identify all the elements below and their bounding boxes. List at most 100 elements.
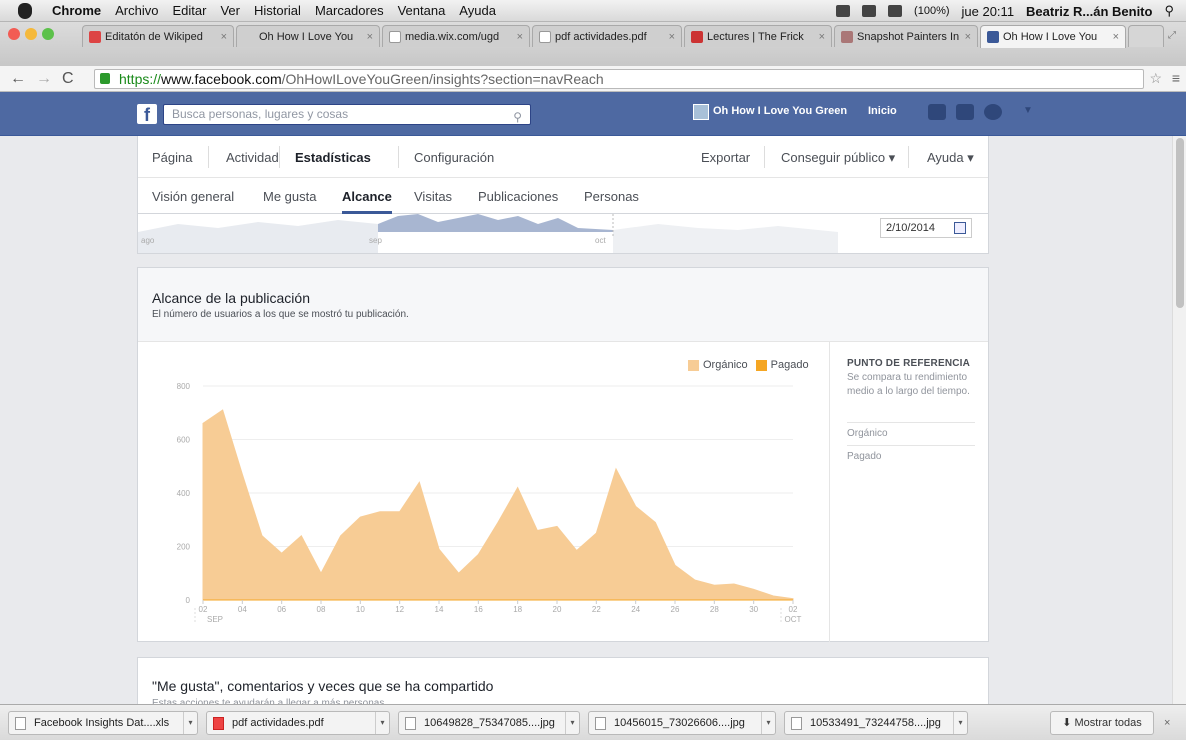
help-dropdown[interactable]: Ayuda ▾ <box>927 150 974 166</box>
clock[interactable]: jue 20:11 <box>962 4 1015 19</box>
menu-editar[interactable]: Editar <box>172 3 206 18</box>
facebook-header: f Busca personas, lugares y cosas ⚲ Oh H… <box>0 92 1186 136</box>
get-audience-dropdown[interactable]: Conseguir público ▾ <box>781 150 895 166</box>
new-tab-button[interactable] <box>1128 25 1164 47</box>
download-item[interactable]: 10649828_75347085....jpg ▾ <box>398 711 580 735</box>
calendar-icon[interactable] <box>954 222 966 234</box>
forward-icon[interactable]: → <box>36 70 52 88</box>
download-menu-icon[interactable]: ▾ <box>761 712 775 734</box>
menu-ayuda[interactable]: Ayuda <box>459 3 496 18</box>
back-icon[interactable]: ← <box>10 70 26 88</box>
close-tab-icon[interactable]: × <box>363 31 373 43</box>
benchmark-organic[interactable]: Orgánico <box>847 428 888 439</box>
page-scrollbar[interactable] <box>1172 136 1186 704</box>
show-all-downloads-button[interactable]: ⬇ Mostrar todas <box>1050 711 1154 735</box>
browser-tab[interactable]: Lectures | The Frick × <box>684 25 832 47</box>
status-icons[interactable] <box>836 5 851 17</box>
download-item[interactable]: Facebook Insights Dat....xls ▾ <box>8 711 198 735</box>
page-name-link[interactable]: Oh How I Love You Green <box>713 105 847 117</box>
close-tab-icon[interactable]: × <box>217 31 227 43</box>
user-name[interactable]: Beatriz R...án Benito <box>1026 4 1152 19</box>
globe-icon[interactable] <box>984 104 1002 120</box>
tab-publicaciones[interactable]: Publicaciones <box>478 189 558 204</box>
search-input[interactable]: Busca personas, lugares y cosas ⚲ <box>163 104 531 125</box>
download-item[interactable]: 10456015_73026606....jpg ▾ <box>588 711 776 735</box>
close-tab-icon[interactable]: × <box>665 31 675 43</box>
menu-archivo[interactable]: Archivo <box>115 3 158 18</box>
close-tab-icon[interactable]: × <box>815 31 825 43</box>
fullscreen-icon[interactable]: ⤢ <box>1168 30 1176 41</box>
minimize-window-button[interactable] <box>25 28 37 40</box>
bookmark-star-icon[interactable]: ☆ <box>1149 70 1162 87</box>
volume-icon[interactable] <box>888 5 903 17</box>
legend-paid[interactable]: Pagado <box>771 359 809 371</box>
wifi-icon[interactable] <box>862 5 877 17</box>
tab-me-gusta[interactable]: Me gusta <box>263 189 316 204</box>
zoom-window-button[interactable] <box>42 28 54 40</box>
reach-chart[interactable]: 0 200 400 600 800 02 04 06 08 10 12 14 16 18 20 22 24 26 2… <box>138 342 828 642</box>
date-range-timeline[interactable]: ago sep oct 2/10/2014 <box>137 214 989 254</box>
battery-level[interactable]: (100%) <box>914 5 949 17</box>
nav-configuracion[interactable]: Configuración <box>414 150 494 165</box>
download-item[interactable]: pdf actividades.pdf ▾ <box>206 711 390 735</box>
browser-tab[interactable]: Oh How I Love You × <box>236 25 380 47</box>
export-link[interactable]: Exportar <box>701 150 750 165</box>
x-tick-label: 02 <box>789 605 798 614</box>
close-window-button[interactable] <box>8 28 20 40</box>
menu-app-chrome[interactable]: Chrome <box>52 3 101 18</box>
messages-icon[interactable] <box>956 104 974 120</box>
page-avatar[interactable] <box>693 104 709 120</box>
tab-alcance[interactable]: Alcance <box>342 189 392 204</box>
browser-tab[interactable]: Snapshot Painters In × <box>834 25 978 47</box>
date-input[interactable]: 2/10/2014 <box>880 218 972 238</box>
benchmark-paid[interactable]: Pagado <box>847 451 881 462</box>
close-tab-icon[interactable]: × <box>513 31 523 43</box>
legend-swatch-paid <box>755 359 767 371</box>
frick-icon <box>691 30 703 43</box>
account-menu-icon[interactable]: ▼ <box>1023 105 1033 116</box>
spotlight-icon[interactable]: ⚲ <box>1164 3 1174 19</box>
x-tick-label: 22 <box>592 605 601 614</box>
browser-tab[interactable]: Editatón de Wikiped × <box>82 25 234 47</box>
tab-title: Snapshot Painters In <box>857 30 960 43</box>
close-tab-icon[interactable]: × <box>1109 31 1119 43</box>
browser-tab-active[interactable]: Oh How I Love You × <box>980 25 1126 48</box>
tab-vision-general[interactable]: Visión general <box>152 189 234 204</box>
tab-personas[interactable]: Personas <box>584 189 639 204</box>
close-downloads-icon[interactable]: × <box>1164 717 1170 729</box>
menu-historial[interactable]: Historial <box>254 3 301 18</box>
menu-marcadores[interactable]: Marcadores <box>315 3 384 18</box>
search-icon[interactable]: ⚲ <box>513 108 522 127</box>
nav-pagina[interactable]: Página <box>152 150 192 165</box>
download-menu-icon[interactable]: ▾ <box>565 712 579 734</box>
browser-tab[interactable]: pdf actividades.pdf × <box>532 25 682 47</box>
address-bar[interactable]: https://www.facebook.com/OhHowILoveYouGr… <box>94 69 1144 89</box>
nav-actividad[interactable]: Actividad <box>226 150 279 165</box>
x-tick-label: 12 <box>395 605 404 614</box>
timeline-area-left <box>138 220 378 253</box>
download-menu-icon[interactable]: ▾ <box>375 712 389 734</box>
url-path: /OhHowILoveYouGreen/insights?section=nav… <box>281 71 604 87</box>
browser-tab[interactable]: media.wix.com/ugd × <box>382 25 530 47</box>
tab-title: Lectures | The Frick <box>707 30 804 43</box>
facebook-logo-icon[interactable]: f <box>137 104 157 125</box>
menu-ventana[interactable]: Ventana <box>398 3 446 18</box>
legend-organic[interactable]: Orgánico <box>703 359 748 371</box>
menu-ver[interactable]: Ver <box>220 3 240 18</box>
divider <box>279 146 280 168</box>
url-scheme: https:// <box>119 71 162 87</box>
x-tick-label: 20 <box>553 605 562 614</box>
download-item[interactable]: 10533491_73244758....jpg ▾ <box>784 711 968 735</box>
download-menu-icon[interactable]: ▾ <box>953 712 967 734</box>
reload-icon[interactable]: C <box>62 70 74 88</box>
nav-estadisticas[interactable]: Estadísticas <box>295 150 371 165</box>
scrollbar-thumb[interactable] <box>1176 138 1184 308</box>
apple-icon[interactable] <box>18 2 32 19</box>
close-tab-icon[interactable]: × <box>961 31 971 43</box>
friends-icon[interactable] <box>928 104 946 120</box>
download-menu-icon[interactable]: ▾ <box>183 712 197 734</box>
menu-icon[interactable]: ≡ <box>1172 70 1180 86</box>
image-icon <box>405 716 416 730</box>
tab-visitas[interactable]: Visitas <box>414 189 452 204</box>
home-link[interactable]: Inicio <box>868 105 897 117</box>
